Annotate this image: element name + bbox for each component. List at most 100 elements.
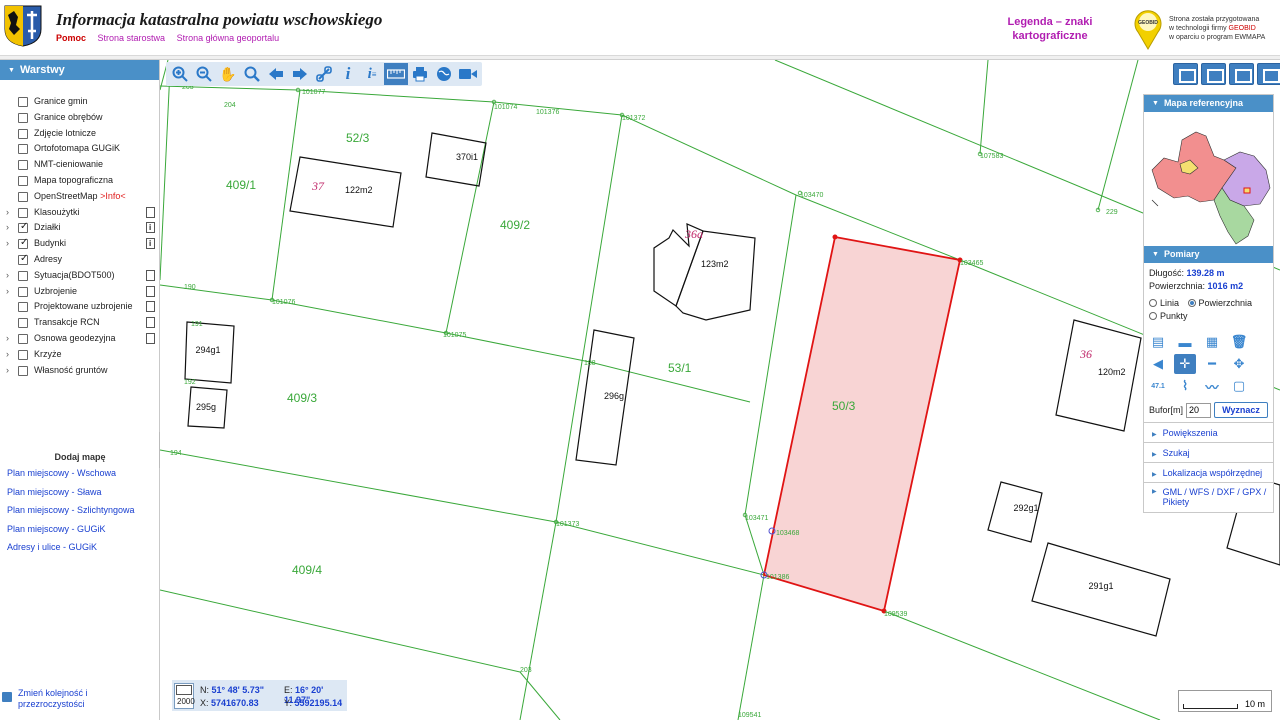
ref-map-header[interactable]: ▼ Mapa referencyjna: [1144, 95, 1273, 112]
layer-item[interactable]: Mapa topograficzna: [0, 173, 158, 189]
move-point-icon[interactable]: ✥: [1228, 354, 1250, 374]
layer-order-link[interactable]: Zmień kolejność i przezroczystości: [2, 688, 88, 710]
layer-checkbox[interactable]: [18, 333, 28, 344]
cadastral-map[interactable]: 409/1 52/3 409/2 53/1 50/3 409/3 409/4 3…: [160, 60, 1280, 720]
layer-item[interactable]: Ortofotomapa GUGiK: [0, 141, 158, 157]
camera-icon[interactable]: [456, 63, 480, 85]
layer-checkbox[interactable]: [18, 365, 28, 376]
coat-of-arms-logo[interactable]: [4, 5, 42, 47]
layout-full-icon[interactable]: [1173, 63, 1198, 85]
layer-item[interactable]: Transakcje RCN: [0, 315, 158, 331]
expand-icon[interactable]: ›: [6, 205, 14, 221]
forward-arrow-icon[interactable]: [288, 63, 312, 85]
layer-item[interactable]: › Własność gruntów: [0, 363, 158, 379]
document-icon[interactable]: [146, 332, 155, 344]
layer-item[interactable]: › Klasoużytki: [0, 205, 158, 221]
document-info-icon[interactable]: [146, 236, 155, 252]
scale-selector[interactable]: 2000: [174, 683, 195, 709]
expand-icon[interactable]: ›: [6, 347, 14, 363]
expand-icon[interactable]: ›: [6, 284, 14, 300]
cube-icon[interactable]: ▢: [1228, 376, 1250, 396]
reference-map[interactable]: [1144, 112, 1273, 246]
plan-link[interactable]: Plan miejscowy - Szlichtyngowa: [7, 504, 135, 523]
pan-hand-icon[interactable]: ✋: [216, 63, 240, 85]
layer-checkbox[interactable]: [18, 318, 28, 329]
layer-checkbox[interactable]: [18, 251, 28, 267]
layer-checkbox[interactable]: [18, 302, 28, 313]
zoom-in-icon[interactable]: [168, 63, 192, 85]
expand-icon[interactable]: ›: [6, 236, 14, 252]
layer-checkbox[interactable]: [18, 270, 28, 281]
layer-item[interactable]: NMT-cieniowanie: [0, 157, 158, 173]
layer-checkbox[interactable]: [18, 128, 28, 139]
layer-item[interactable]: › Działki: [0, 219, 158, 236]
left-arrow-icon[interactable]: ◀: [1147, 354, 1169, 374]
county-site-link[interactable]: Strona starostwa: [98, 33, 166, 43]
measure-header[interactable]: ▼ Pomiary: [1144, 246, 1273, 263]
mode-points-radio[interactable]: Punkty: [1149, 311, 1188, 321]
layers-panel-header[interactable]: ▼ Warstwy: [0, 60, 159, 80]
info-list-icon[interactable]: i ≡: [360, 63, 384, 85]
add-point-icon[interactable]: ✛: [1174, 354, 1196, 374]
layer-item[interactable]: Projektowane uzbrojenie: [0, 299, 158, 315]
link-icon[interactable]: [312, 63, 336, 85]
measure-ruler-icon[interactable]: [384, 63, 408, 85]
layer-item[interactable]: › Budynki: [0, 235, 158, 252]
map-canvas[interactable]: 409/1 52/3 409/2 53/1 50/3 409/3 409/4 3…: [160, 60, 1280, 720]
mode-area-radio[interactable]: Powierzchnia: [1187, 298, 1252, 308]
save-icon[interactable]: ▦: [1201, 332, 1223, 352]
expand-icon[interactable]: ›: [6, 268, 14, 284]
layer-item[interactable]: Zdjęcie lotnicze: [0, 126, 158, 142]
selected-parcel-highlight[interactable]: [762, 235, 962, 613]
document-icon[interactable]: [146, 317, 155, 329]
layout-split-icon[interactable]: [1201, 63, 1226, 85]
print-icon[interactable]: [408, 63, 432, 85]
zoom-out-icon[interactable]: [192, 63, 216, 85]
zoom-box-icon[interactable]: [240, 63, 264, 85]
wave-icon[interactable]: 〰: [1201, 376, 1223, 396]
legend-link[interactable]: Legenda – znaki kartograficzne: [1000, 15, 1100, 43]
expand-icon[interactable]: ›: [6, 220, 14, 236]
buffer-input[interactable]: [1186, 402, 1212, 418]
layer-checkbox[interactable]: [18, 160, 28, 171]
remove-point-icon[interactable]: ━: [1201, 354, 1223, 374]
info-link[interactable]: >Info<: [100, 191, 126, 201]
accordion-export[interactable]: ▶ GML / WFS / DXF / GPX / Pikiety: [1144, 482, 1273, 512]
plan-link[interactable]: Adresy i ulice - GUGiK: [7, 541, 135, 560]
layer-checkbox[interactable]: [18, 219, 28, 235]
plan-link[interactable]: Plan miejscowy - GUGiK: [7, 523, 135, 542]
geobid-brand-link[interactable]: GEOBID: [1229, 25, 1256, 32]
layer-checkbox[interactable]: [18, 97, 28, 107]
mode-line-radio[interactable]: Linia: [1149, 298, 1179, 308]
trash-icon[interactable]: 🗑: [1228, 332, 1250, 352]
geoportal-home-link[interactable]: Strona główna geoportalu: [177, 33, 280, 43]
expand-icon[interactable]: ›: [6, 363, 14, 379]
document-icon[interactable]: [146, 269, 155, 281]
geobid-logo[interactable]: GEOBID: [1132, 8, 1164, 50]
vertex-line-icon[interactable]: ⌇: [1174, 376, 1196, 396]
document-icon[interactable]: [146, 285, 155, 297]
layer-item[interactable]: Granice obrębów: [0, 110, 158, 126]
document-icon[interactable]: ▤: [1147, 332, 1169, 352]
accordion-zoom[interactable]: ▶ Powiększenia: [1144, 422, 1273, 442]
label-tool-icon[interactable]: 47.1: [1147, 376, 1169, 396]
info-icon[interactable]: i: [336, 63, 360, 85]
compute-button[interactable]: Wyznacz: [1214, 402, 1268, 418]
layer-checkbox[interactable]: [18, 175, 28, 186]
layer-item[interactable]: OpenStreetMap >Info<: [0, 189, 158, 205]
layer-checkbox[interactable]: [18, 235, 28, 251]
accordion-coordinate[interactable]: ▶ Lokalizacja współrzędnej: [1144, 462, 1273, 482]
layer-item[interactable]: › Sytuacja(BDOT500): [0, 268, 158, 284]
layer-item[interactable]: Granice gmin: [0, 94, 158, 110]
document-icon[interactable]: [146, 206, 155, 218]
layer-item[interactable]: Adresy: [0, 251, 158, 268]
document-info-icon[interactable]: [146, 220, 155, 236]
expand-icon[interactable]: ›: [6, 331, 14, 347]
layer-checkbox[interactable]: [18, 207, 28, 218]
layer-checkbox[interactable]: [18, 112, 28, 123]
layer-checkbox[interactable]: [18, 286, 28, 297]
back-arrow-icon[interactable]: [264, 63, 288, 85]
layer-checkbox[interactable]: [18, 191, 28, 202]
folder-icon[interactable]: ▬: [1174, 332, 1196, 352]
plan-link[interactable]: Plan miejscowy - Wschowa: [7, 467, 135, 486]
